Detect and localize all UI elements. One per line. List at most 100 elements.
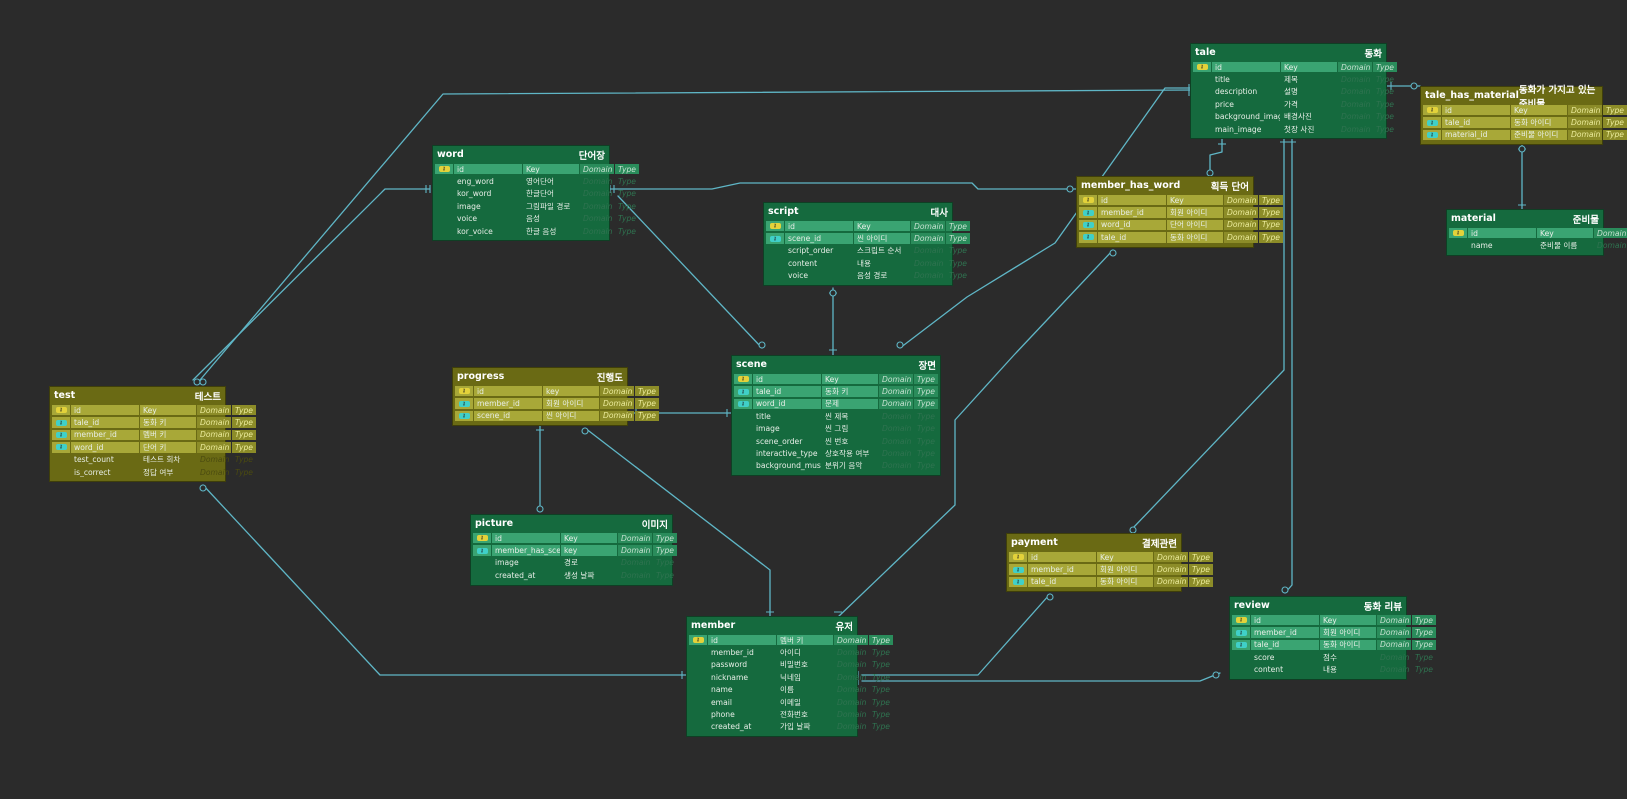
column-row[interactable]: ⚷ member_id 회원 아이디 Domain Type (1230, 626, 1436, 638)
entity-footer (453, 422, 627, 425)
column-row[interactable]: ⚷ material_id 준비물 아이디 Domain Type (1421, 129, 1627, 141)
entity-progress[interactable]: progress 진행도 ⚷ id key Domain Type ⚷ member_id 회원 … (452, 367, 659, 427)
column-row[interactable]: ⚷ scene_id 씬 아이디 Domain Type (764, 232, 970, 244)
entity-scene[interactable]: scene 장면 ⚷ id Key Domain Type ⚷ tale_id 동화 키 Domai… (731, 355, 941, 477)
column-row[interactable]: ⚷idKeyDomainType (1191, 61, 1397, 73)
entity-word[interactable]: word 단어장 ⚷ id Key Domain Type eng_word 영어단어 Domai… (432, 145, 639, 242)
column-row[interactable]: scene_order 씬 번호 Domain Type (732, 435, 940, 447)
entity-label: 준비물 (1572, 214, 1599, 226)
column-row[interactable]: content 내용 Domain Type (1230, 664, 1433, 676)
column-row[interactable]: score 점수 Domain Type (1230, 651, 1433, 663)
column-row[interactable]: content 내용 Domain Type (764, 257, 967, 269)
entity-test[interactable]: test 테스트 ⚷ id Key Domain Type ⚷ tale_id 동화 키 Domai… (49, 386, 256, 483)
column-marker (734, 411, 752, 422)
entity-title: picture (475, 518, 514, 529)
column-row[interactable]: image 경로 Domain Type (471, 557, 674, 569)
entity-material[interactable]: material준비물⚷idKeyDomainTypename준비물 이름Dom… (1446, 209, 1627, 256)
column-row[interactable]: created_at 생성 날짜 Domain Type (471, 569, 674, 581)
column-row[interactable]: script_order 스크립트 순서 Domain Type (764, 245, 967, 257)
column-name: member_id (711, 648, 754, 658)
column-domain: Domain (1568, 117, 1602, 128)
column-row[interactable]: background_image 배경사진 Domain Type (1191, 111, 1394, 123)
column-type: Type (1376, 87, 1394, 97)
entity-header: scene 장면 (732, 356, 940, 373)
column-row[interactable]: image 씬 그림 Domain Type (732, 423, 940, 435)
column-row[interactable]: ⚷ member_id 멤버 키 Domain Type (50, 429, 256, 441)
column-row[interactable]: password 비밀번호 Domain Type (687, 659, 890, 671)
column-key: 닉네임 (780, 672, 801, 682)
column-row[interactable]: ⚷idKeyDomainType (433, 163, 639, 175)
column-row[interactable]: ⚷idKeyDomainType (1077, 194, 1283, 206)
column-row[interactable]: ⚷ tale_id 동화 아이디 Domain Type (1230, 639, 1436, 651)
primary-key-icon: ⚷ (689, 634, 707, 646)
column-type: Type (232, 429, 256, 441)
entity-review[interactable]: review 동화 리뷰 ⚷ id Key Domain Type ⚷ member_id 회원 … (1229, 596, 1436, 680)
column-row[interactable]: ⚷ member_id 회원 아이디 Domain Type (453, 397, 659, 409)
column-row[interactable]: ⚷ member_has_scene_idkeyDomainType (471, 544, 677, 556)
column-domain: Domain (1154, 576, 1188, 588)
column-row[interactable]: ⚷ id key Domain Type (453, 385, 659, 397)
column-key: 설명 (1284, 87, 1298, 97)
column-row[interactable]: voice 음성 Domain Type (433, 213, 636, 225)
column-row[interactable]: ⚷ word_id 단어 키 Domain Type (50, 441, 256, 453)
column-row[interactable]: ⚷idKeyDomainType (1230, 614, 1436, 626)
column-row[interactable]: ⚷ member_id 회원 아이디 Domain Type (1077, 206, 1283, 218)
column-row[interactable]: nickname 닉네임 Domain Type (687, 671, 890, 683)
entity-script[interactable]: script 대사 ⚷ id Key Domain Type ⚷ scene_id 씬 아이디 Do… (763, 202, 970, 286)
column-row[interactable]: ⚷ tale_id 동화 아이디 Domain Type (1421, 116, 1627, 128)
column-row[interactable]: created_at 가입 날짜 Domain Type (687, 721, 890, 733)
entity-picture[interactable]: picture 이미지 ⚷ id Key Domain Type ⚷ member_has_sc… (470, 514, 677, 586)
column-type: Type (917, 449, 935, 459)
column-row[interactable]: ⚷ tale_id 동화 아이디 Domain Type (1077, 231, 1283, 243)
column-row[interactable]: is_correct 정답 여부 Domain Type (50, 466, 253, 478)
column-row[interactable]: phone 전화번호 Domain Type (687, 708, 890, 720)
column-row[interactable]: ⚷idKeyDomainType (764, 220, 970, 232)
column-row[interactable]: ⚷ tale_id 동화 키 Domain Type (50, 416, 256, 428)
entity-member[interactable]: member 유저 ⚷ id 멤버 키 Domain Type member_id 아이디 Dom… (686, 616, 893, 738)
column-row[interactable]: email 이메일 Domain Type (687, 696, 890, 708)
column-row[interactable]: ⚷ tale_id 동화 아이디 Domain Type (1007, 576, 1213, 588)
column-name: created_at (711, 722, 752, 732)
column-row[interactable]: image 그림파일 경로 Domain Type (433, 200, 636, 212)
column-row[interactable]: eng_word 영어단어 Domain Type (433, 175, 636, 187)
column-row[interactable]: kor_word 한글단어 Domain Type (433, 188, 636, 200)
column-domain: Domain (882, 461, 912, 471)
column-key: 가격 (1284, 99, 1298, 109)
column-row[interactable]: main_image 첫장 사진 Domain Type (1191, 123, 1394, 135)
entity-tale[interactable]: tale 동화 ⚷ id Key Domain Type title 제목 Domain Type d… (1190, 43, 1397, 140)
entity-header: word 단어장 (433, 146, 609, 163)
column-row[interactable]: description 설명 Domain Type (1191, 86, 1394, 98)
column-key: 단어 아이디 (1167, 219, 1223, 231)
column-row[interactable]: ⚷idKeyDomainType (1421, 104, 1627, 116)
entity-tale_has_material[interactable]: tale_has_material동화가 가지고 있는 준비물⚷idKeyDom… (1420, 85, 1627, 146)
column-type: Type (235, 467, 253, 477)
column-name: id (1251, 614, 1319, 626)
column-row[interactable]: ⚷ id 멤버 키 Domain Type (687, 634, 893, 646)
column-row[interactable]: member_id 아이디 Domain Type (687, 646, 890, 658)
column-row[interactable]: ⚷idKeyDomainType (1007, 551, 1213, 563)
column-row[interactable]: ⚷idKeyDomainType (1447, 227, 1627, 239)
column-row[interactable]: title 씬 제목 Domain Type (732, 410, 940, 422)
column-row[interactable]: ⚷ tale_id 동화 키 Domain Type (732, 385, 940, 397)
column-row[interactable]: ⚷ word_id 문제 Domain Type (732, 398, 940, 410)
column-row[interactable]: ⚷idKeyDomainType (471, 532, 677, 544)
column-row[interactable]: kor_voice 한글 음성 Domain Type (433, 225, 636, 237)
column-row[interactable]: price 가격 Domain Type (1191, 98, 1394, 110)
column-row[interactable]: name준비물 이름DomainType (1447, 239, 1626, 251)
column-row[interactable]: test_count 테스트 회차 Domain Type (50, 454, 253, 466)
column-row[interactable]: ⚷idKeyDomainType (50, 404, 256, 416)
column-row[interactable]: background_music 분위기 음악 Domain Type (732, 460, 940, 472)
column-row[interactable]: voice 음성 경로 Domain Type (764, 270, 967, 282)
column-row[interactable]: ⚷ member_id 회원 아이디 Domain Type (1007, 563, 1213, 575)
column-domain: Domain (879, 398, 913, 410)
column-row[interactable]: name 이름 Domain Type (687, 684, 890, 696)
entity-member_has_word[interactable]: member_has_word 획득 단어 ⚷ id Key Domain Type ⚷ mem… (1076, 176, 1283, 248)
fk-badge-icon: ⚷ (1012, 578, 1024, 585)
column-domain: Domain (834, 634, 868, 646)
column-row[interactable]: interactive_type 상호작용 여부 Domain Type (732, 447, 940, 459)
column-row[interactable]: ⚷idKeyDomainType (732, 373, 940, 385)
column-row[interactable]: ⚷ word_id 단어 아이디 Domain Type (1077, 219, 1283, 231)
entity-payment[interactable]: payment 결제관련 ⚷ id Key Domain Type ⚷ member_id 회원 … (1006, 533, 1213, 593)
column-row[interactable]: ⚷ scene_id 씬 아이디 Domain Type (453, 410, 659, 422)
column-row[interactable]: title 제목 Domain Type (1191, 73, 1394, 85)
